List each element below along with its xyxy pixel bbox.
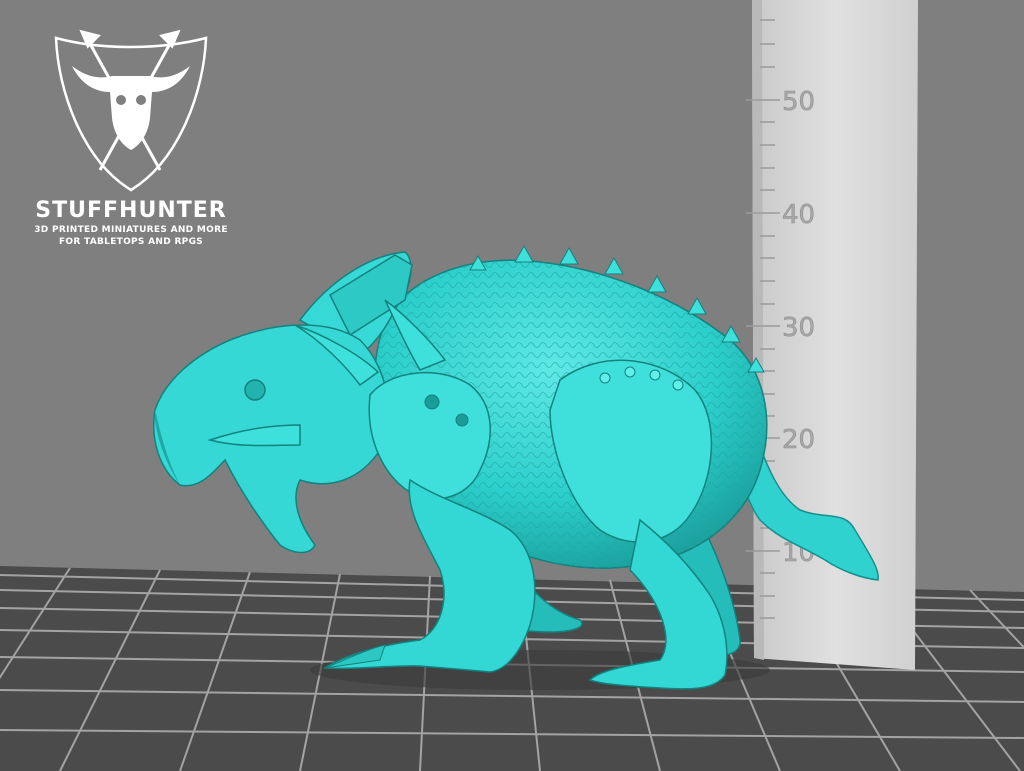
logo-tagline-line-2: FOR TABLETOPS AND RPGS: [58, 237, 204, 247]
logo-tagline-line-1: 3D PRINTED MINIATURES AND MORE: [34, 225, 228, 235]
model-eye: [244, 379, 266, 401]
scale-ruler: 50 40 30 20 10: [746, 0, 918, 670]
ruler-label-40: 40: [782, 200, 815, 230]
viewport-scene: 50 40 30 20 10: [0, 0, 1024, 771]
ruler-label-30: 30: [782, 313, 815, 343]
ruler-label-20: 20: [782, 425, 815, 455]
ruler-label-50: 50: [782, 87, 815, 117]
logo-brand-name: STUFFHUNTER: [35, 198, 227, 223]
